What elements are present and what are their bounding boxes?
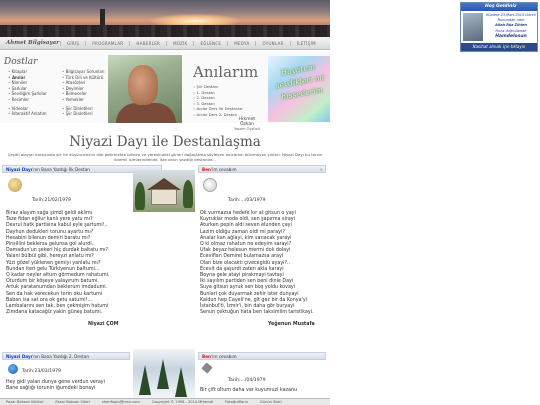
poem-text: Hey gidi yalan dunya gene verdun verayi B…: [6, 380, 105, 392]
footer-link[interactable]: Fotoğrafların: [219, 399, 254, 405]
entry-header: Ben'im cevabım: [198, 352, 326, 360]
footer-link[interactable]: Günün Sözü: [254, 399, 288, 405]
poem-text: Biraz alayım sağa şimdi geldi aklımı Taze…: [6, 211, 110, 316]
footer: Pazar Baksan Kötüsü Pazar Baksan Siteri …: [0, 398, 330, 405]
footer-email[interactable]: sherifoglu@msn.com: [96, 399, 146, 405]
poem-line: Bane sağlığı torunin iğumdeki bonayi: [6, 386, 96, 392]
entry-header: Niyazi Dayı'nın Bana Yazdığı 2. Destan: [2, 352, 130, 360]
entry-date: Tarih:23/03/1979: [22, 369, 61, 374]
nav-item-oyunlar[interactable]: OYUNLAR: [255, 40, 289, 46]
entry-author: Niyazi Dayı: [6, 167, 33, 172]
dostlar-link[interactable]: İnteraktif Anlatım: [8, 111, 47, 117]
entry-author: Niyazi Dayı: [6, 354, 33, 359]
tree-shape: [175, 367, 187, 397]
footer-link[interactable]: Pazar Baksan Siteri: [49, 399, 96, 405]
dostlar-link[interactable]: Bilgisayar Sorunları: [62, 69, 105, 75]
flowers-image: Hayatımı sevdikleri mi hissederim: [268, 56, 330, 122]
tree-shape: [157, 359, 169, 389]
dostlar-link[interactable]: Yemekler: [62, 97, 105, 103]
poem-line: Yüzi gözel yüklenen gemiyi yanlatu mı?: [6, 260, 101, 266]
widget-footer[interactable]: Nasihat almak için tıklayın: [461, 43, 537, 51]
poem-line: Sen da hak verecekun torin oku kartumi: [6, 291, 103, 297]
widget-title: Hoş Geldiniz: [461, 3, 537, 11]
entry-signature: Niyazi ÇOM: [88, 322, 119, 327]
dostlar-link[interactable]: Resimler: [8, 97, 47, 103]
nav-item-medya[interactable]: MEDYA: [227, 40, 255, 46]
intro-text: Çeşitli olaylar karşısında şiir ile düşü…: [7, 152, 323, 162]
entry-title: 'im cevabım: [211, 167, 237, 172]
anilar-links: Şiir Destanı 1. Destan 2. Destan 3. Dest…: [193, 84, 243, 118]
poem-text: Ok vurmazsa hedefe kır at gitsun o yayi K…: [200, 211, 314, 316]
poem-line: Bir çift oltum daha var kuyumuzi kazanu: [200, 388, 298, 393]
nav-item-giris[interactable]: GİRİŞ: [60, 40, 85, 46]
widget-line: Hamdelosun: [495, 33, 527, 39]
header-banner: [0, 0, 330, 37]
poem-text: Bir çift oltum daha var kuyumuzi kazanu: [200, 388, 297, 394]
nav-item-eglence[interactable]: EĞLENCE: [193, 40, 227, 46]
nav-item-iletisim[interactable]: İLETİŞİM: [289, 40, 322, 46]
poem-line: Artuk yaratanumdan beklerum imdadumi.: [6, 285, 108, 291]
dostlar-links-col2: Bilgisayar Sorunları Türk Dili ve Kültür…: [62, 69, 105, 117]
main-nav: Ahmet Bilgisayar GİRİŞ PROGRAMLAR HABERL…: [0, 37, 330, 50]
tree-shape: [135, 182, 145, 210]
entry-author: Ben: [202, 354, 212, 359]
entry-title: 'nın Bana Yazdığı 2. Destan: [32, 354, 90, 359]
tree-shape: [139, 365, 151, 395]
nav-item-muzik[interactable]: MÜZİK: [166, 40, 193, 46]
quill-icon: [203, 178, 217, 192]
dostlar-link[interactable]: Şiir Dinletileri: [62, 111, 105, 117]
page: Ahmet Bilgisayar GİRİŞ PROGRAMLAR HABERL…: [0, 0, 330, 405]
poem-line: Zimdana katacağiz yakin güneş batumi.: [6, 310, 103, 316]
flowers-caption: Hayatımı sevdikleri mi hissederim: [275, 62, 325, 102]
top-section: Dostlar Kitaplar Anılar Ninniler Şarkıla…: [0, 51, 330, 131]
poet-icon: [8, 178, 22, 192]
nav-item-programlar[interactable]: PROGRAMLAR: [85, 40, 129, 46]
poem-line: Bunlari çok duyarmak zehir ister dunyayi: [200, 291, 299, 297]
photo-shirt: [116, 103, 176, 123]
house-photo: [133, 170, 195, 212]
avatar: [463, 13, 483, 41]
dostlar-links-col1: Kitaplar Anılar Ninniler Şarkılar Sevdiğ…: [8, 69, 47, 117]
entry-signature: Yeğenun Mustafa: [268, 322, 315, 327]
author-photo: [108, 55, 182, 123]
snow-photo: [133, 349, 195, 399]
signer-subtitle[interactable]: Yaşam Öyküsü: [232, 127, 262, 131]
dostlar-heading: Dostlar: [4, 57, 38, 67]
signer-block: Hikmet Özkan Yaşam Öyküsü: [232, 117, 262, 131]
page-title: Niyazi Dayı ile Destanlaşma: [69, 134, 261, 150]
photo-face: [128, 65, 158, 105]
poem-line: Devrul hatk partisina kabul eyle şartumi…: [6, 223, 108, 229]
signer-name[interactable]: Hikmet Özkan: [232, 117, 262, 127]
entry-header: Ben'im cevabım ×: [198, 165, 326, 173]
site-brand[interactable]: Ahmet Bilgisayar: [0, 40, 60, 46]
entry-date: Tarih:21/02/1979: [32, 198, 71, 203]
anilar-heading: Anılarım: [193, 63, 259, 81]
entry-author: Ben: [202, 167, 212, 172]
footer-link[interactable]: Pazar Baksan Kötüsü: [0, 399, 49, 405]
welcome-widget[interactable]: Hoş Geldiniz Küplere 23.Mart.2015 Göreli…: [460, 2, 538, 52]
entry-title: 'im cevabım: [211, 354, 237, 359]
poem-line: Senun çektuğun hata ben taksimlim tarist…: [200, 310, 314, 316]
pencil-icon: [201, 362, 213, 374]
close-icon[interactable]: ×: [319, 166, 323, 173]
entry-title: 'nın Bana Yazdığı İlk Destan: [32, 167, 90, 172]
widget-body: Küplere 23.Mart.2015 Göreli Ruhundan nam…: [485, 13, 537, 39]
nav-item-haberler[interactable]: HABERLER: [129, 40, 166, 46]
tree-shape: [183, 180, 193, 208]
globe-icon: [8, 364, 18, 374]
footer-copyright: Copyright © 1998 - 2014 MHamdi: [151, 400, 214, 404]
entry-date: Tarih:.../04/1979: [228, 378, 266, 383]
entry-date: Tarih:.../03/1979: [228, 198, 266, 203]
wall-shape: [151, 189, 177, 205]
city-silhouette: [0, 25, 330, 37]
